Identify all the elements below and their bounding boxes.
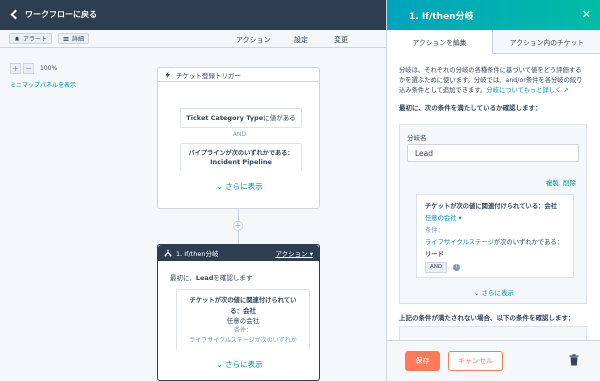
condition-line2: Incident Pipeline — [210, 158, 272, 166]
any-company-label: 任意の会社 — [425, 215, 457, 222]
tab-tickets-in-action[interactable]: アクション内のチケット — [493, 30, 600, 54]
branch-name-input[interactable]: Lead — [407, 144, 579, 162]
inner-line3: 任意の会社 — [226, 317, 260, 325]
add-action-button[interactable]: + — [233, 221, 243, 231]
panel-footer: 保存 キャンセル — [387, 340, 600, 381]
and-button[interactable]: AND — [425, 262, 448, 273]
bell-icon — [15, 36, 19, 40]
panel-header: 1. If/then分岐 ✕ — [387, 0, 600, 30]
zoom-controls: + − 100% — [10, 63, 57, 74]
tab-edit-action[interactable]: アクションを編集 — [387, 30, 493, 54]
copy-link[interactable]: 複製 — [546, 179, 559, 187]
desc-line3: 込み条件として追加できます。 — [399, 87, 487, 94]
edit-action-panel: 1. If/then分岐 ✕ アクションを編集 アクション内のチケット 分岐は、… — [386, 0, 600, 381]
branch-box: 分岐名 Lead 複製 削除 チケットが次の値に関連付けられている：会社 任意の… — [399, 124, 587, 304]
intro-post: を確認します — [213, 274, 253, 282]
if-then-branch-card[interactable]: 1. If/then分岐 アクション ▾ 最初に、Leadを確認します チケット… — [157, 244, 320, 381]
condition-property: Ticket Category Type — [186, 114, 264, 122]
desc-line1: 分岐は、それぞれの分岐の各種条件に基づいて値をどう評価する — [399, 67, 582, 74]
action-menu-label: アクション — [275, 250, 308, 258]
trigger-title: チケット登録トリガー — [176, 71, 241, 80]
first-check-label: 最初に、次の条件を満たしているか確認します： — [399, 104, 542, 112]
action-title: 1. If/then分岐 — [176, 250, 219, 258]
inner-line2: る：会社 — [230, 307, 256, 315]
delete-link[interactable]: 削除 — [563, 179, 576, 187]
show-minimap-link[interactable]: ミニマップパネルを表示 — [10, 80, 76, 89]
trigger-card[interactable]: チケット登録トリガー Ticket Category Typeに値がある AND… — [157, 67, 320, 209]
desc-line2: かを選ぶために使います。分岐では、and/or条件を各分岐の絞り — [399, 77, 583, 84]
show-more-label: さらに表示 — [481, 289, 515, 297]
alert-button[interactable]: アラート — [9, 33, 53, 44]
action-header: 1. If/then分岐 アクション ▾ — [158, 245, 319, 261]
close-icon[interactable]: ✕ — [582, 8, 591, 21]
workflow-canvas[interactable]: + − 100% ミニマップパネルを表示 チケット登録トリガー Ticket C… — [0, 48, 386, 381]
cancel-button[interactable]: キャンセル — [448, 351, 503, 371]
back-label: ワークフローに戻る — [25, 10, 97, 19]
action-condition: チケットが次の値に関連付けられてい る：会社 任意の会社 条件： ライフサイクル… — [176, 289, 310, 351]
panel-title: 1. If/then分岐 — [409, 11, 474, 22]
detail-button[interactable]: 詳細 — [58, 33, 90, 44]
workflow-toolbar: アラート 詳細 アクション 設定 変更 — [0, 30, 386, 51]
chevron-down-icon: ⌄ — [216, 360, 226, 369]
inner-line4: 条件： — [233, 327, 252, 334]
trigger-header: チケット登録トリガー — [158, 68, 319, 82]
fallback-label: 上記の条件が満たされない場合、以下の条件を確認します： — [399, 314, 575, 322]
condition-rest: に値がある — [263, 114, 296, 122]
branch-name-label: 分岐名 — [407, 134, 427, 142]
external-link-icon: ↗ — [561, 87, 569, 94]
fallback-box — [399, 326, 587, 340]
condition-line1: パイプラインが次のいずれかである： — [188, 150, 294, 157]
save-button[interactable]: 保存 — [405, 351, 440, 371]
inner-line5: ライフサイクルステージが次のいずれか — [189, 337, 297, 344]
action-show-more[interactable]: ⌄ さらに表示 — [158, 359, 321, 370]
action-intro: 最初に、Leadを確認します — [170, 272, 252, 282]
branch-actions: 複製 削除 — [546, 177, 576, 187]
cond-title: チケットが次の値に関連付けられている：会社 — [425, 203, 558, 210]
info-icon: i — [453, 264, 461, 271]
branch-icon — [164, 249, 172, 257]
lifecycle-property-link[interactable]: ライフサイクルステージ — [425, 239, 494, 246]
detail-label: 詳細 — [72, 36, 85, 43]
trigger-condition-1: Ticket Category Typeに値がある — [180, 108, 302, 128]
show-more-label: さらに表示 — [225, 182, 263, 191]
branch-condition-card[interactable]: チケットが次の値に関連付けられている：会社 任意の会社 ▾ 条件： ライフサイク… — [416, 194, 574, 278]
trash-icon[interactable] — [569, 354, 579, 366]
tab-settings[interactable]: 設定 — [294, 35, 308, 45]
zoom-in-button[interactable]: + — [10, 63, 21, 74]
alert-label: アラート — [23, 36, 48, 43]
branch-show-more[interactable]: ⌄ さらに表示 — [400, 287, 588, 297]
chevron-down-icon: ⌄ — [473, 289, 482, 297]
lightning-icon — [165, 71, 170, 78]
trigger-condition-2: パイプラインが次のいずれかである： Incident Pipeline — [180, 143, 302, 171]
intro-pre: 最初に、 — [170, 274, 196, 282]
action-menu-dropdown[interactable]: アクション ▾ — [275, 248, 313, 258]
back-to-workflows-link[interactable]: ワークフローに戻る — [10, 9, 97, 20]
and-label: AND — [232, 131, 247, 138]
chevron-left-icon — [10, 9, 21, 20]
any-company-dropdown[interactable]: 任意の会社 ▾ — [425, 213, 565, 225]
show-more-label: さらに表示 — [225, 360, 263, 369]
intro-bold: Lead — [195, 274, 214, 282]
cond-value: リード — [425, 251, 444, 258]
tab-changes[interactable]: 変更 — [334, 35, 348, 45]
zoom-out-button[interactable]: − — [23, 63, 34, 74]
inner-line1: チケットが次の値に関連付けられてい — [189, 297, 297, 304]
panel-tabs: アクションを編集 アクション内のチケット — [387, 30, 600, 54]
list-icon — [63, 36, 69, 41]
lifecycle-rest: が次のいずれかである： — [493, 239, 564, 246]
branch-description: 分岐は、それぞれの分岐の各種条件に基づいて値をどう評価する かを選ぶために使いま… — [399, 66, 589, 96]
learn-more-link[interactable]: 分岐についてもっと詳しく — [486, 87, 561, 94]
zoom-level: 100% — [40, 65, 58, 72]
trigger-show-more[interactable]: ⌄ さらに表示 — [158, 181, 321, 192]
chevron-down-icon: ⌄ — [216, 182, 226, 191]
cond-condition: 条件： — [425, 227, 444, 234]
